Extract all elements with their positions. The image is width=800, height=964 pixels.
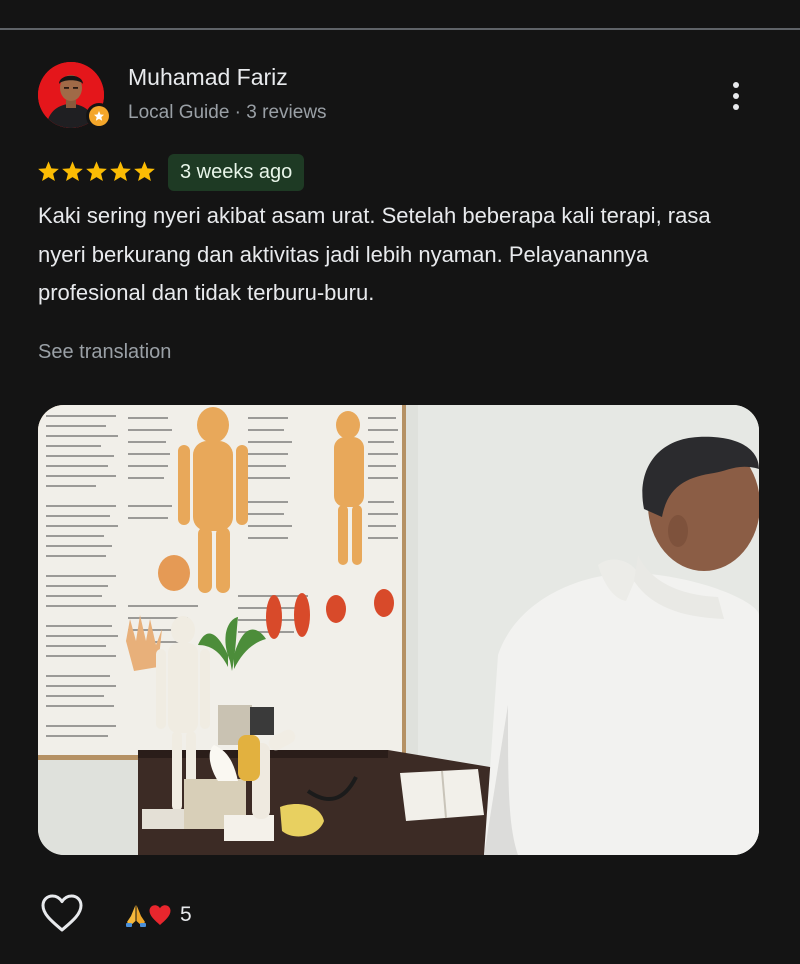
star-icon [134,161,155,182]
heart-outline-icon[interactable] [40,893,84,933]
star-icon [38,161,59,182]
top-divider [0,28,800,30]
local-guide-badge-icon [86,103,112,129]
more-vert-icon[interactable] [716,74,756,118]
review-photo[interactable] [38,405,759,855]
reaction-count: 5 [180,903,192,926]
reviewer-name[interactable]: Muhamad Fariz [128,64,288,91]
star-icon [62,161,83,182]
review-time-badge: 3 weeks ago [168,154,305,191]
reactions-summary[interactable]: 5 [124,900,192,930]
star-icon [86,161,107,182]
star-icon [110,161,131,182]
see-translation-link[interactable]: See translation [38,341,171,364]
star-rating [37,160,156,182]
folded-hands-emoji [126,905,146,927]
reviewer-subtitle: Local Guide · 3 reviews [128,102,327,123]
review-text: Kaki sering nyeri akibat asam urat. Sete… [38,203,711,305]
red-heart-emoji [149,905,171,925]
